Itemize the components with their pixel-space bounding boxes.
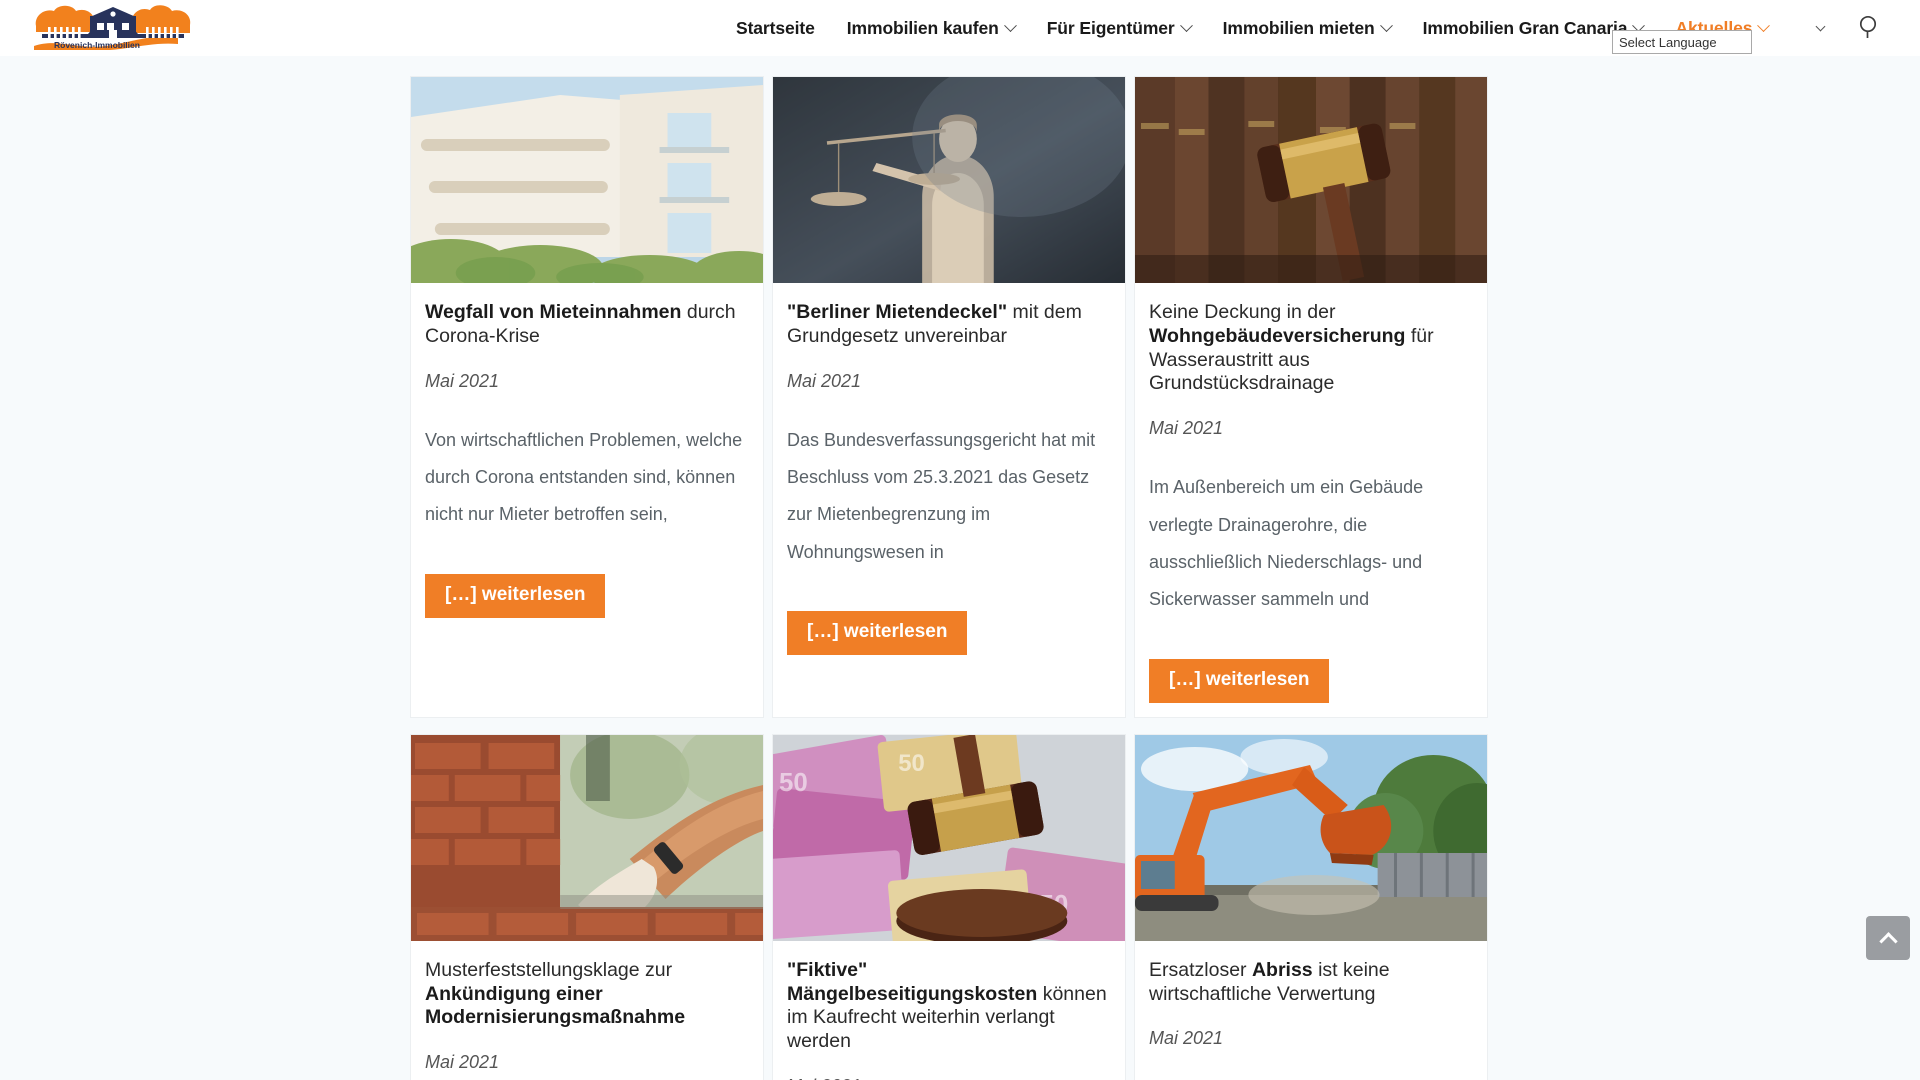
news-card[interactable]: Wegfall von Mieteinnahmen durch Corona-K… [410,76,764,718]
news-content-area: Wegfall von Mieteinnahmen durch Corona-K… [0,56,1920,1080]
news-card-excerpt: Das Bundesverfassungsgericht hat mit Bes… [787,429,1096,562]
news-card-grid: Wegfall von Mieteinnahmen durch Corona-K… [410,76,1514,1080]
roevenich-immobilien-logo[interactable]: Rövenich-Immobilien [28,2,198,50]
chevron-down-icon [1815,21,1826,32]
news-card-date: Mai 2021 [1149,418,1224,439]
news-card-title: "Fiktive" Mängelbeseitigungskosten könne… [787,959,1111,1054]
nav-label: Immobilien Gran Canaria [1422,17,1628,38]
search-glyph [1859,15,1877,38]
weiterlesen-button[interactable]: […] weiterlesen [787,611,968,656]
nav-item-fuer-eigentuemer[interactable]: Für Eigentümer [1031,0,1207,56]
news-card-body: Wegfall von Mieteinnahmen durch Corona-K… [411,283,763,632]
lady-justice-illustration [773,77,1125,283]
bricklayer-illustration [411,734,763,941]
news-card-title-part: Ankündigung einer Modernisierungsmaßnahm… [425,982,686,1029]
nav-label: Für Eigentümer [1046,17,1175,38]
news-card[interactable]: "Berliner Mietendeckel" mit dem Grundges… [772,76,1126,718]
news-card-title-part: Musterfeststellungsklage zur [425,958,673,981]
news-row: Musterfeststellungsklage zur Ankündigung… [410,733,1514,1080]
nav-item-immobilien-mieten[interactable]: Immobilien mieten [1207,0,1407,56]
excavator-demolition-illustration [1135,734,1487,941]
language-select[interactable]: Select Language Deutsch English Español [1612,30,1752,54]
chevron-down-icon [1379,18,1393,32]
weiterlesen-button[interactable]: […] weiterlesen [1149,658,1330,703]
news-card-title-part: Keine Deckung in der [1149,301,1336,323]
nav-label: Startseite [736,17,815,38]
news-card-excerpt: Von wirtschaftlichen Problemen, welche d… [425,429,743,525]
news-row: Wegfall von Mieteinnahmen durch Corona-K… [410,76,1514,718]
news-card-title-part: "Berliner Mietendeckel" [787,301,1008,323]
chevron-up-icon [1878,931,1898,951]
news-card-image [773,77,1125,283]
site-header: Rövenich-Immobilien Startseite Immobilie… [0,0,1920,56]
news-card[interactable]: Keine Deckung in der Wohngebäudeversiche… [1134,76,1488,718]
chevron-down-icon [1179,18,1193,32]
news-card-date: Mai 2021 [425,370,500,391]
news-card-excerpt: Im Außenbereich um ein Gebäude verlegte … [1149,477,1424,610]
logo-graphic: Rövenich-Immobilien [34,5,191,50]
news-card-date: Mai 2021 [425,1052,500,1073]
svg-text:50: 50 [898,750,925,777]
apartment-building-illustration [411,77,763,283]
nav-label: Immobilien kaufen [846,17,999,38]
nav-item-startseite[interactable]: Startseite [720,0,831,56]
news-card-title-part: "Fiktive" Mängelbeseitigungskosten [787,958,1038,1005]
news-card-date: Mai 2021 [787,1076,1111,1080]
search-icon[interactable] [1856,13,1884,41]
language-selector-wrapper: Select Language Deutsch English Español [1612,15,1836,54]
news-card-title: Wegfall von Mieteinnahmen durch Corona-K… [425,301,749,349]
news-card-title-part: Wohngebäudeversicherung [1149,324,1406,347]
news-card-body: Ersatzloser Abriss ist keine wirtschaftl… [1135,941,1487,1080]
logo-wordmark: Rövenich-Immobilien [54,40,140,50]
news-card-body: "Fiktive" Mängelbeseitigungskosten könne… [773,941,1125,1080]
news-card-image [1135,77,1487,283]
chevron-down-icon [1003,18,1017,32]
news-card-title-part: Abriss [1251,958,1313,981]
news-card-body: Keine Deckung in der Wohngebäudeversiche… [1135,283,1487,717]
nav-label: Immobilien mieten [1222,17,1375,38]
news-card[interactable]: Ersatzloser Abriss ist keine wirtschaftl… [1134,733,1488,1080]
gavel-on-law-books-illustration [1135,77,1487,283]
weiterlesen-button[interactable]: […] weiterlesen [425,573,606,618]
news-card-title: Musterfeststellungsklage zur Ankündigung… [425,959,749,1030]
news-card-image: 50 50 50 [773,734,1125,941]
news-card-image [411,734,763,941]
news-card[interactable]: Musterfeststellungsklage zur Ankündigung… [410,733,764,1080]
news-card-title: Keine Deckung in der Wohngebäudeversiche… [1149,301,1473,396]
news-card-title: "Berliner Mietendeckel" mit dem Grundges… [787,301,1111,349]
news-card-body: Musterfeststellungsklage zur Ankündigung… [411,941,763,1080]
news-card-date: Mai 2021 [1149,1028,1224,1049]
news-card-image [1135,734,1487,941]
news-card[interactable]: 50 50 50 [772,733,1126,1080]
nav-item-immobilien-kaufen[interactable]: Immobilien kaufen [831,0,1031,56]
news-card-title-part: Wegfall von Mieteinnahmen [425,301,682,323]
news-card-image [411,77,763,283]
news-card-body: "Berliner Mietendeckel" mit dem Grundges… [773,283,1125,669]
back-to-top-button[interactable] [1866,916,1910,960]
svg-text:50: 50 [779,769,808,797]
news-card-title-part: Ersatzloser [1149,958,1252,981]
news-card-date: Mai 2021 [787,370,862,391]
gavel-on-euro-banknotes-illustration: 50 50 50 [773,734,1125,941]
news-card-title: Ersatzloser Abriss ist keine wirtschaftl… [1149,959,1473,1007]
